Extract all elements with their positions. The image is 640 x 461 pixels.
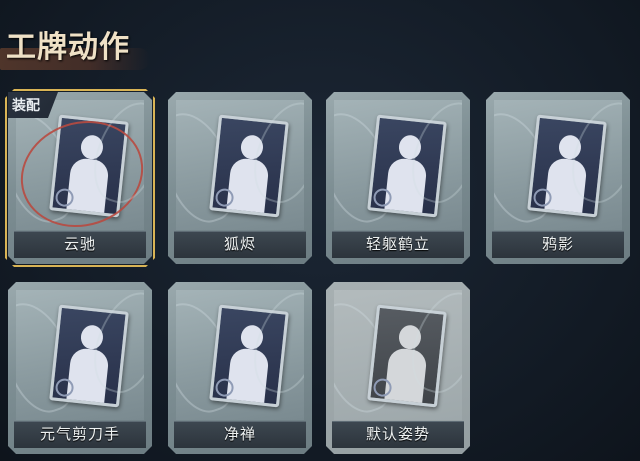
- card-label: 默认姿势: [365, 425, 430, 443]
- silhouette-portrait: [209, 114, 289, 218]
- selection-ring: [16, 105, 144, 230]
- silhouette-portrait: [367, 114, 447, 218]
- card-label: 净禅: [223, 425, 256, 443]
- action-card-jingchan[interactable]: 净禅: [168, 282, 312, 454]
- card-artwork: [334, 100, 462, 230]
- card-artwork: [176, 290, 304, 420]
- silhouette-portrait: [49, 304, 129, 408]
- card-artwork: [494, 100, 622, 230]
- action-card-yunchi[interactable]: 云驰 装配: [5, 89, 155, 267]
- card-label: 鸦影: [541, 235, 574, 253]
- silhouette-portrait: [367, 304, 447, 408]
- page-title: 工牌动作: [6, 30, 130, 65]
- silhouette-portrait: [527, 114, 607, 218]
- silhouette-body: [225, 157, 270, 218]
- card-label: 云驰: [63, 235, 96, 253]
- card-artwork: [16, 100, 144, 230]
- silhouette-body: [543, 157, 588, 218]
- silhouette-body: [383, 347, 428, 408]
- title-banner: 工牌动作: [0, 18, 150, 70]
- card-artwork: [334, 290, 462, 420]
- equipped-badge-text: 装配: [12, 98, 40, 114]
- silhouette-head: [79, 324, 105, 351]
- action-card-qingquheli[interactable]: 轻躯鹤立: [326, 92, 470, 264]
- action-card-yaying[interactable]: 鸦影: [486, 92, 630, 264]
- silhouette-body: [225, 347, 270, 408]
- silhouette-head: [397, 324, 423, 351]
- silhouette-head: [239, 134, 265, 161]
- card-label: 轻躯鹤立: [365, 235, 430, 253]
- silhouette-body: [65, 347, 110, 408]
- action-card-default-pose[interactable]: 默认姿势: [326, 282, 470, 454]
- silhouette-head: [397, 134, 423, 161]
- silhouette-head: [239, 324, 265, 351]
- silhouette-body: [383, 157, 428, 218]
- action-card-yuanqijiandaoshou[interactable]: 元气剪刀手: [8, 282, 152, 454]
- card-label: 元气剪刀手: [39, 425, 120, 443]
- card-artwork: [176, 100, 304, 230]
- silhouette-portrait: [209, 304, 289, 408]
- silhouette-head: [557, 134, 583, 161]
- card-label: 狐烬: [223, 235, 256, 253]
- action-card-hujin[interactable]: 狐烬: [168, 92, 312, 264]
- badge-actions-screen: 工牌动作 云驰 装配 狐烬 轻躯鹤立 鸦影 元气剪刀手 净禅 默认姿势: [0, 0, 640, 461]
- card-artwork: [16, 290, 144, 420]
